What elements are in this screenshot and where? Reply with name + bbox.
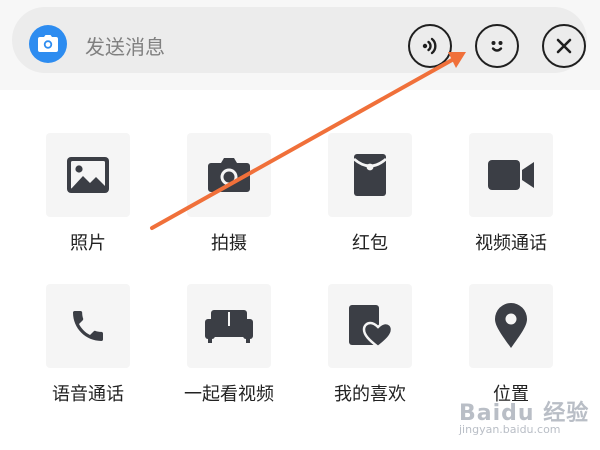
annotation-arrow <box>150 52 466 230</box>
watermark-url: jingyan.baidu.com <box>459 423 561 436</box>
baidu-watermark: Baidu 经验 jingyan.baidu.com <box>455 393 600 443</box>
